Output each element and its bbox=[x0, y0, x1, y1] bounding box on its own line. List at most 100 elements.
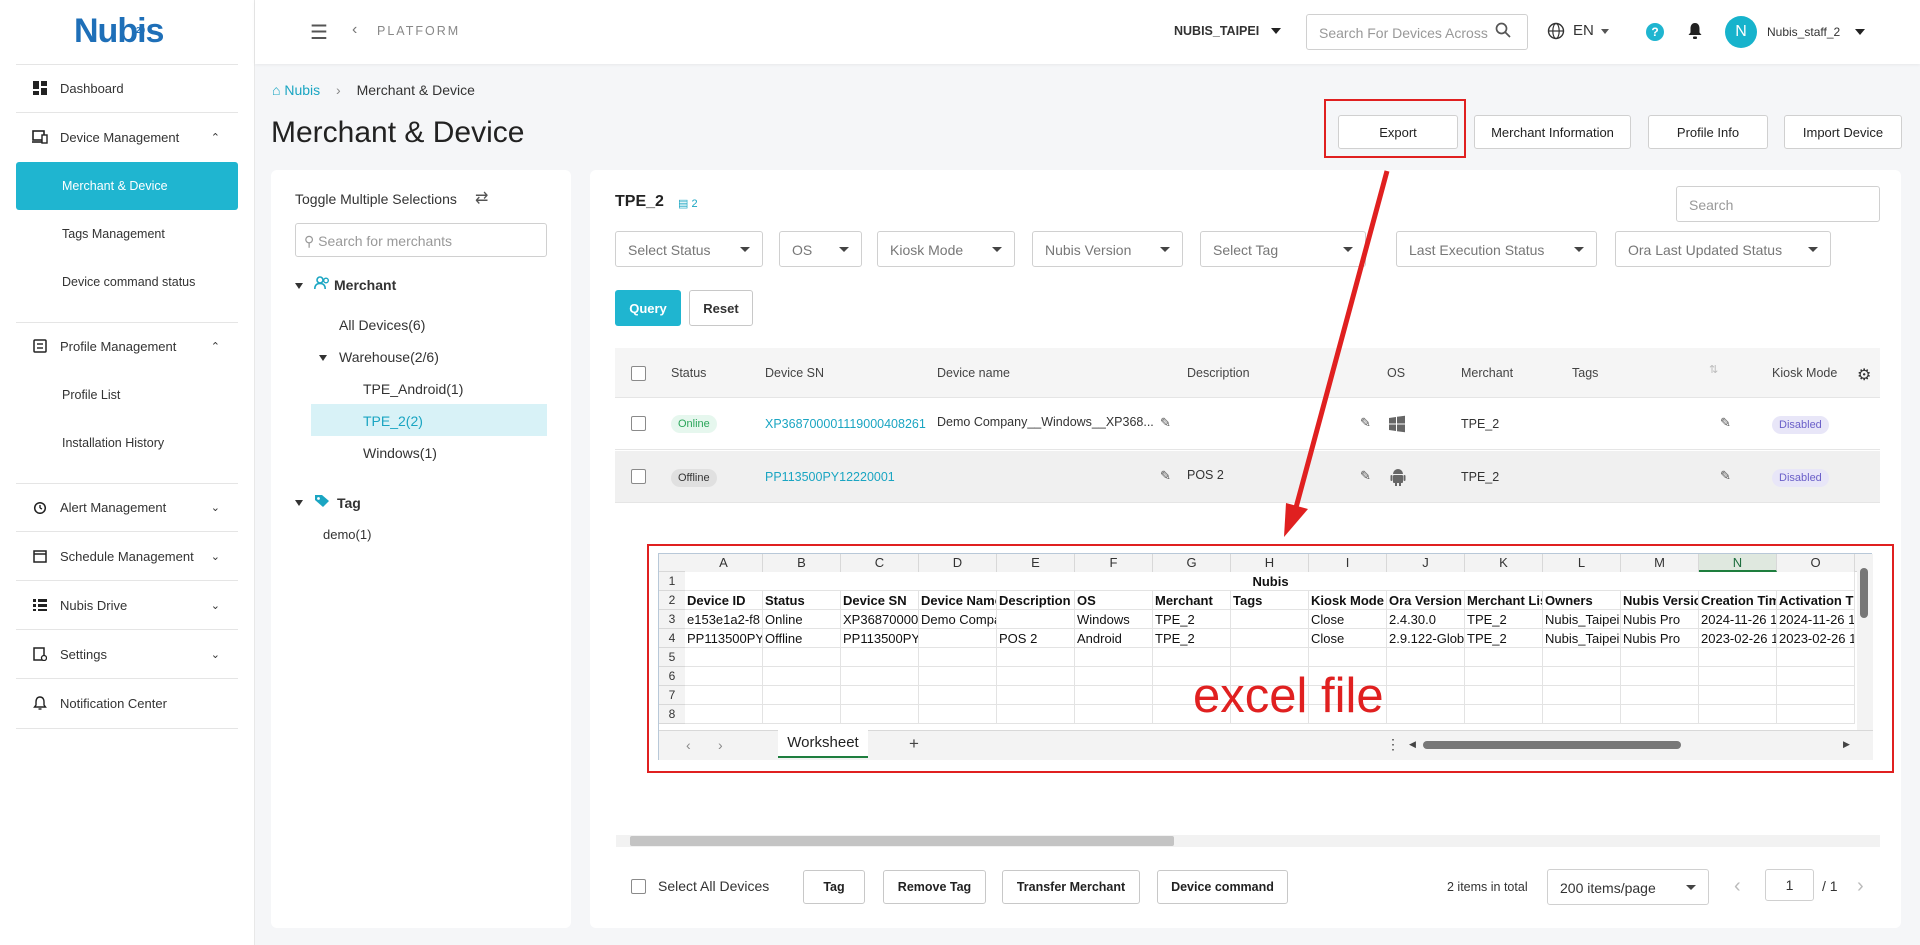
excel-cell[interactable]: Creation Time bbox=[1699, 591, 1777, 610]
back-chevron-icon[interactable]: ‹ bbox=[352, 21, 357, 39]
horizontal-scrollbar[interactable] bbox=[1423, 741, 1681, 749]
excel-cell[interactable] bbox=[841, 667, 919, 686]
excel-cell[interactable] bbox=[1387, 648, 1465, 667]
sort-icon[interactable]: ⇅ bbox=[1709, 363, 1718, 376]
excel-cell[interactable]: 2024-11-26 1 bbox=[1699, 610, 1777, 629]
excel-cell[interactable]: XP368700001 bbox=[841, 610, 919, 629]
vertical-scrollbar[interactable] bbox=[1860, 568, 1868, 618]
excel-column-header[interactable]: G bbox=[1153, 554, 1231, 572]
excel-cell[interactable]: Ora Version bbox=[1387, 591, 1465, 610]
sidebar-item-tags-management[interactable]: Tags Management bbox=[16, 210, 238, 258]
excel-cell[interactable]: TPE_2 bbox=[1465, 610, 1543, 629]
device-sn-link[interactable]: PP113500PY12220001 bbox=[765, 470, 895, 484]
excel-cell[interactable]: TPE_2 bbox=[1153, 610, 1231, 629]
profile-info-button[interactable]: Profile Info bbox=[1648, 115, 1768, 149]
excel-cell[interactable] bbox=[1231, 648, 1309, 667]
excel-cell[interactable] bbox=[997, 610, 1075, 629]
excel-title-cell[interactable]: Nubis bbox=[685, 572, 1855, 591]
excel-cell[interactable] bbox=[1231, 610, 1309, 629]
tree-tag-label[interactable]: Tag bbox=[337, 495, 361, 511]
excel-cell[interactable] bbox=[1777, 686, 1855, 705]
device-sn-link[interactable]: XP368700001119000408261 bbox=[765, 417, 926, 431]
excel-cell[interactable] bbox=[1699, 648, 1777, 667]
excel-cell[interactable] bbox=[1465, 705, 1543, 724]
excel-cell[interactable] bbox=[763, 667, 841, 686]
sidebar-item-settings[interactable]: Settings ⌄ bbox=[16, 630, 238, 678]
sidebar-item-device-command-status[interactable]: Device command status bbox=[16, 258, 238, 306]
excel-cell[interactable]: Kiosk Mode bbox=[1309, 591, 1387, 610]
excel-cell[interactable] bbox=[919, 686, 997, 705]
column-device-sn[interactable]: Device SN bbox=[765, 366, 824, 380]
column-description[interactable]: Description bbox=[1187, 366, 1250, 380]
sidebar-item-schedule-management[interactable]: Schedule Management ⌄ bbox=[16, 532, 238, 580]
page-number-input[interactable]: 1 bbox=[1765, 869, 1814, 901]
edit-pencil-icon[interactable]: ✎ bbox=[1720, 415, 1731, 431]
caret-down-icon[interactable] bbox=[295, 283, 303, 289]
next-page-icon[interactable]: › bbox=[1857, 875, 1864, 898]
language-selector[interactable]: EN bbox=[1573, 22, 1594, 39]
excel-cell[interactable] bbox=[1699, 705, 1777, 724]
excel-cell[interactable] bbox=[1231, 629, 1309, 648]
excel-column-header[interactable]: F bbox=[1075, 554, 1153, 572]
scroll-left-icon[interactable]: ◀ bbox=[1409, 739, 1416, 750]
excel-column-header[interactable]: E bbox=[997, 554, 1075, 572]
edit-pencil-icon[interactable]: ✎ bbox=[1160, 415, 1171, 431]
excel-cell[interactable] bbox=[1699, 667, 1777, 686]
column-merchant[interactable]: Merchant bbox=[1461, 366, 1513, 380]
help-icon[interactable]: ? bbox=[1646, 23, 1664, 41]
excel-cell[interactable] bbox=[685, 705, 763, 724]
excel-cell[interactable] bbox=[1075, 686, 1153, 705]
excel-column-header[interactable]: J bbox=[1387, 554, 1465, 572]
search-icon[interactable] bbox=[1495, 22, 1511, 43]
column-device-name[interactable]: Device name bbox=[937, 366, 1010, 380]
excel-cell[interactable] bbox=[1777, 667, 1855, 686]
excel-row-header[interactable]: 6 bbox=[659, 667, 685, 686]
excel-column-header[interactable]: B bbox=[763, 554, 841, 572]
excel-cell[interactable] bbox=[1621, 705, 1699, 724]
scroll-right-icon[interactable]: ▶ bbox=[1843, 739, 1850, 750]
excel-cell[interactable]: Demo Company__Windows bbox=[919, 610, 997, 629]
excel-cell[interactable] bbox=[1543, 686, 1621, 705]
excel-cell[interactable] bbox=[919, 648, 997, 667]
excel-cell[interactable]: Offline bbox=[763, 629, 841, 648]
swap-arrows-icon[interactable]: ⇄ bbox=[475, 188, 488, 208]
sheet-tab-worksheet[interactable]: Worksheet bbox=[778, 730, 868, 758]
excel-cell[interactable] bbox=[1543, 705, 1621, 724]
excel-cell[interactable]: 2024-11-26 1 bbox=[1777, 610, 1855, 629]
excel-cell[interactable] bbox=[1465, 648, 1543, 667]
excel-cell[interactable] bbox=[1387, 686, 1465, 705]
excel-cell[interactable]: e153e1a2-f8 bbox=[685, 610, 763, 629]
merchant-information-button[interactable]: Merchant Information bbox=[1474, 115, 1631, 149]
excel-cell[interactable]: Device ID bbox=[685, 591, 763, 610]
excel-cell[interactable]: Owners bbox=[1543, 591, 1621, 610]
tree-item-tpe-2[interactable]: TPE_2(2) bbox=[363, 413, 423, 429]
row-checkbox[interactable] bbox=[631, 469, 646, 484]
excel-row-header[interactable]: 1 bbox=[659, 572, 685, 591]
excel-cell[interactable]: Activation Time bbox=[1777, 591, 1855, 610]
excel-cell[interactable] bbox=[763, 705, 841, 724]
excel-column-header[interactable]: C bbox=[841, 554, 919, 572]
excel-cell[interactable] bbox=[1621, 667, 1699, 686]
excel-row-header[interactable]: 7 bbox=[659, 686, 685, 705]
ora-last-updated-status-filter[interactable]: Ora Last Updated Status bbox=[1615, 231, 1831, 267]
excel-cell[interactable]: Nubis_Taipei bbox=[1543, 629, 1621, 648]
excel-row-header[interactable]: 3 bbox=[659, 610, 685, 629]
column-settings-gear-icon[interactable]: ⚙ bbox=[1857, 365, 1871, 385]
excel-column-header[interactable]: N bbox=[1699, 554, 1777, 572]
transfer-merchant-button[interactable]: Transfer Merchant bbox=[1002, 870, 1140, 904]
excel-row-header[interactable]: 4 bbox=[659, 629, 685, 648]
caret-down-icon[interactable] bbox=[295, 500, 303, 506]
device-command-button[interactable]: Device command bbox=[1157, 870, 1288, 904]
sidebar-item-dashboard[interactable]: Dashboard bbox=[16, 64, 238, 112]
excel-cell[interactable] bbox=[1309, 648, 1387, 667]
sidebar-item-profile-management[interactable]: Profile Management ⌃ bbox=[16, 322, 238, 370]
column-kiosk-mode[interactable]: Kiosk Mode bbox=[1772, 366, 1837, 380]
merchant-search-input[interactable]: ⚲ Search for merchants bbox=[295, 223, 547, 257]
excel-cell[interactable]: Nubis_Taipei bbox=[1543, 610, 1621, 629]
excel-cell[interactable] bbox=[1621, 686, 1699, 705]
select-all-devices-label[interactable]: Select All Devices bbox=[658, 878, 769, 894]
excel-cell[interactable]: TPE_2 bbox=[1465, 629, 1543, 648]
edit-pencil-icon[interactable]: ✎ bbox=[1720, 468, 1731, 484]
excel-cell[interactable] bbox=[1387, 705, 1465, 724]
sidebar-item-device-management[interactable]: Device Management ⌃ bbox=[16, 113, 238, 161]
